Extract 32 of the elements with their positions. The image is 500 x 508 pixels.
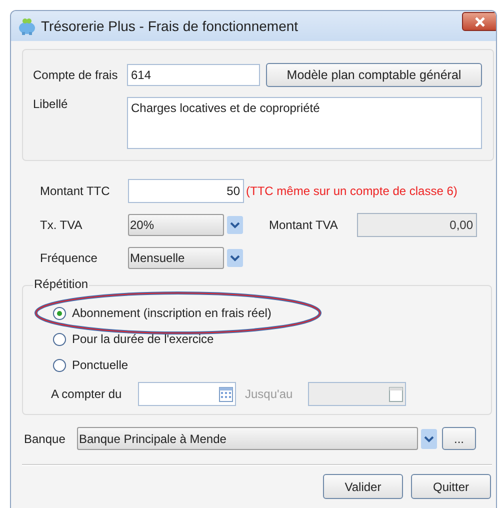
field-label: Fréquence <box>40 251 98 265</box>
account-field[interactable]: 614 <box>127 64 260 86</box>
amount-note: (TTC même sur un compte de classe 6) <box>246 184 458 198</box>
group-title: Répétition <box>33 277 90 291</box>
date-field[interactable] <box>138 382 236 406</box>
radio-button[interactable] <box>53 332 66 346</box>
label-field[interactable]: Charges locatives et de copropriété <box>127 97 482 149</box>
field-label: A compter du <box>51 387 123 401</box>
more-button[interactable]: ... <box>442 427 476 450</box>
field-label: Compte de frais <box>33 68 119 82</box>
piggy-bank-icon <box>17 17 37 35</box>
field-label: Banque <box>24 432 66 446</box>
model-button[interactable]: Modèle plan comptable général <box>266 63 482 87</box>
field-label: Tx. TVA <box>40 218 84 232</box>
field-label: Montant TVA <box>269 218 339 232</box>
amount-field[interactable]: 50 <box>128 179 244 203</box>
bank-dropdown[interactable]: Banque Principale à Mende <box>77 427 418 450</box>
close-button[interactable] <box>462 12 496 31</box>
vat-rate-dropdown[interactable]: 20% <box>128 214 224 236</box>
window-title: Trésorerie Plus - Frais de fonctionnement <box>41 18 298 34</box>
radio-label[interactable]: Ponctuelle <box>72 358 128 372</box>
calendar-icon[interactable] <box>219 386 233 402</box>
radio-button[interactable] <box>53 306 66 320</box>
field-label: Montant TTC <box>40 184 111 198</box>
dialog-button[interactable]: Quitter <box>411 474 491 499</box>
radio-label[interactable]: Pour la durée de l'exercice <box>72 332 214 346</box>
close-icon <box>474 16 486 26</box>
radio-button[interactable] <box>53 358 66 372</box>
field-label: Jusqu'au <box>245 387 294 401</box>
field-label: Libellé <box>33 97 69 111</box>
dialog-button[interactable]: Valider <box>323 474 403 499</box>
frequency-dropdown[interactable]: Mensuelle <box>128 247 224 269</box>
